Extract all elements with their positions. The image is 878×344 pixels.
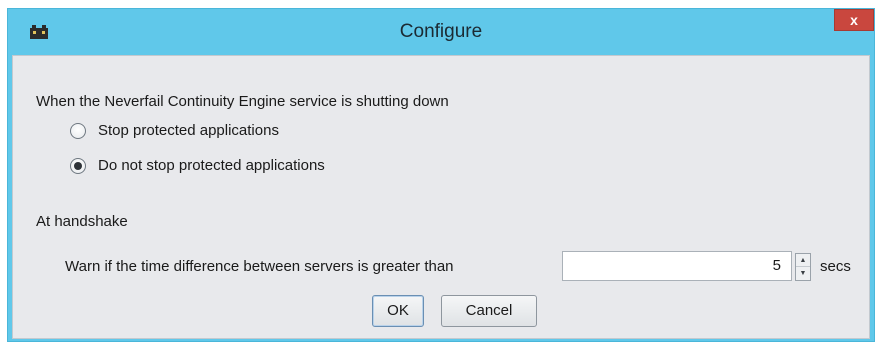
radio-do-not-stop-protected-apps[interactable] xyxy=(70,158,86,174)
radio-do-not-stop-protected-apps-label[interactable]: Do not stop protected applications xyxy=(98,157,325,174)
seconds-unit-label: secs xyxy=(820,258,851,275)
time-difference-spinner: ▲ ▼ xyxy=(795,253,811,281)
handshake-section-label: At handshake xyxy=(36,213,128,230)
radio-selected-dot xyxy=(74,162,82,170)
shutdown-section-label: When the Neverfail Continuity Engine ser… xyxy=(36,93,449,110)
radio-stop-protected-apps-label[interactable]: Stop protected applications xyxy=(98,122,279,139)
dialog-content: When the Neverfail Continuity Engine ser… xyxy=(12,55,870,339)
time-difference-input[interactable]: 5 xyxy=(562,251,792,281)
window-title: Configure xyxy=(399,21,483,42)
time-difference-label: Warn if the time difference between serv… xyxy=(65,258,454,275)
spinner-down-arrow-icon[interactable]: ▼ xyxy=(796,267,810,280)
configure-dialog: Configure x When the Neverfail Continuit… xyxy=(7,8,875,342)
title-bar[interactable]: Configure x xyxy=(8,9,874,55)
ok-button[interactable]: OK xyxy=(372,295,424,327)
cancel-button[interactable]: Cancel xyxy=(441,295,537,327)
spinner-up-arrow-icon[interactable]: ▲ xyxy=(796,254,810,267)
close-button[interactable]: x xyxy=(834,9,874,31)
radio-stop-protected-apps[interactable] xyxy=(70,123,86,139)
